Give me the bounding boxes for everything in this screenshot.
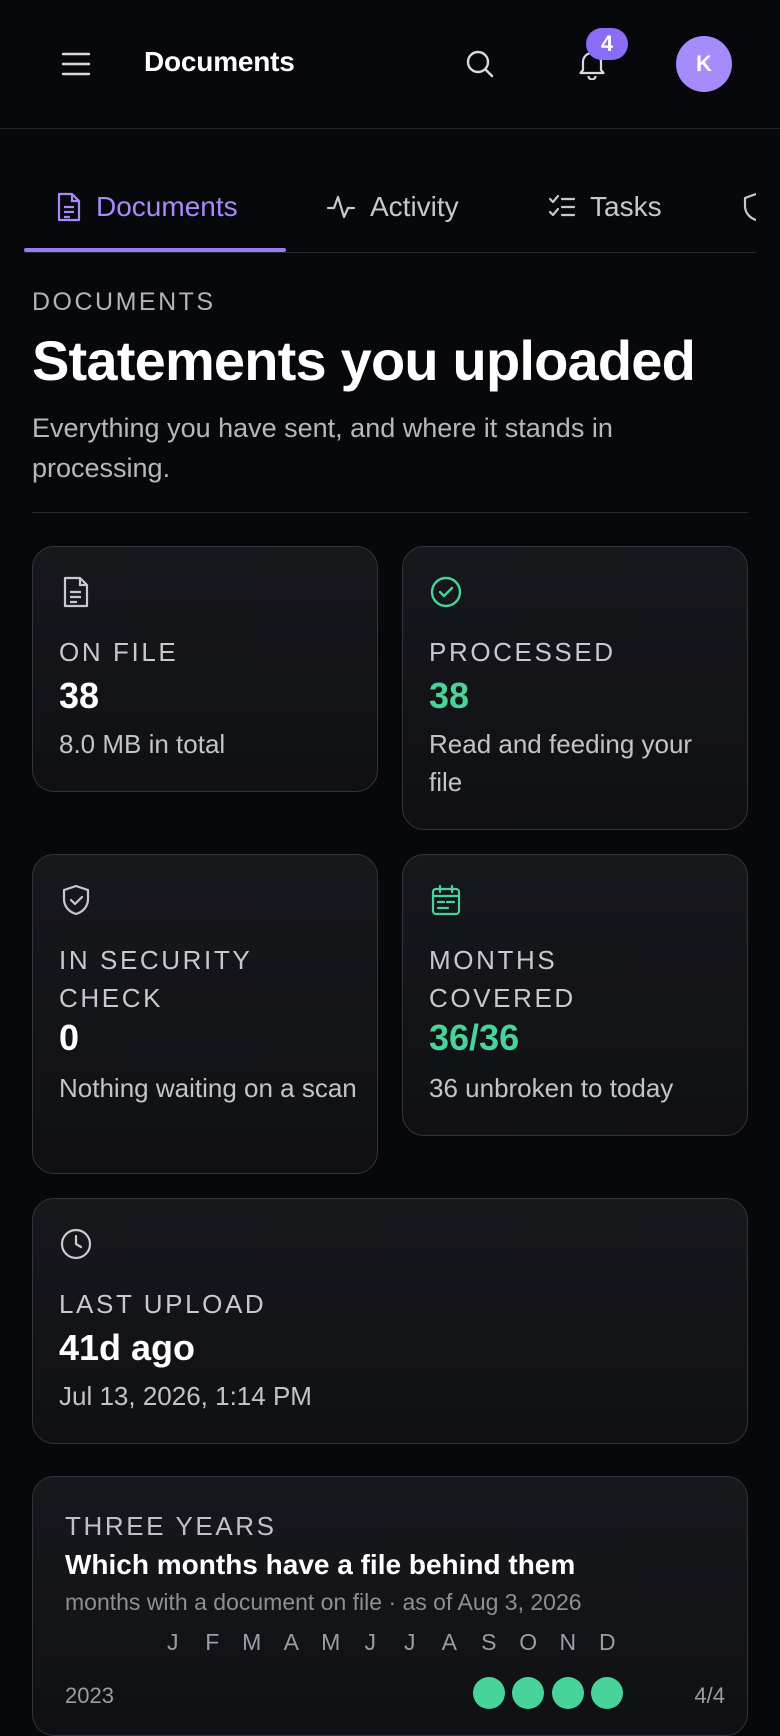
hamburger-icon <box>61 52 91 76</box>
menu-button[interactable] <box>56 44 96 84</box>
stat-value: 38 <box>429 675 470 716</box>
month-dot-empty <box>236 1677 268 1709</box>
coverage-title: Which months have a file behind them <box>65 1549 576 1580</box>
month-label: A <box>441 1629 457 1655</box>
year-row: 2023 4/4 <box>65 1677 725 1717</box>
tab-activity[interactable]: Activity <box>326 160 459 252</box>
stat-note: Jul 13, 2026, 1:14 PM <box>59 1381 312 1411</box>
year-label: 2023 <box>65 1683 114 1708</box>
check-circle-icon <box>430 576 462 608</box>
stat-value: 41d ago <box>59 1327 196 1368</box>
coverage-eyebrow: THREE YEARS <box>65 1511 277 1541</box>
month-dots <box>153 1677 627 1709</box>
search-button[interactable] <box>460 44 500 84</box>
month-dot-empty <box>394 1677 426 1709</box>
month-label: D <box>598 1629 616 1655</box>
stat-label: ON FILE <box>59 637 179 667</box>
coverage-card: THREE YEARS Which months have a file beh… <box>32 1476 748 1736</box>
month-label: N <box>559 1629 577 1655</box>
calendar-icon <box>431 884 461 916</box>
month-dot-empty <box>275 1677 307 1709</box>
document-icon <box>63 576 89 608</box>
page-subtitle: Everything you have sent, and where it s… <box>32 413 613 483</box>
tab-label: Tasks <box>590 190 662 222</box>
stat-value: 38 <box>59 675 100 716</box>
month-dot-covered <box>591 1677 624 1709</box>
notification-count-badge: 4 <box>586 28 628 60</box>
month-label: J <box>167 1629 179 1655</box>
stat-card-last-upload: LAST UPLOAD 41d ago Jul 13, 2026, 1:14 P… <box>32 1198 748 1444</box>
stat-card-security-check: IN SECURITY CHECK 0 Nothing waiting on a… <box>32 854 378 1174</box>
app-title: Documents <box>144 46 295 77</box>
checklist-icon <box>548 194 576 216</box>
month-dot-covered <box>472 1677 505 1709</box>
month-dot-empty <box>196 1677 228 1709</box>
stat-label: IN SECURITY CHECK <box>59 945 252 1013</box>
month-dot-covered <box>512 1677 545 1709</box>
clock-icon <box>60 1228 92 1260</box>
month-dot-covered <box>551 1677 584 1709</box>
stat-label: PROCESSED <box>429 637 616 667</box>
stat-label: LAST UPLOAD <box>59 1289 267 1319</box>
month-label: J <box>364 1629 377 1655</box>
month-dot-empty <box>157 1677 189 1709</box>
month-label: F <box>205 1629 220 1655</box>
month-label: J <box>404 1629 416 1655</box>
month-label: A <box>283 1629 299 1655</box>
stat-value: 36/36 <box>429 1017 520 1058</box>
stat-note: 36 unbroken to today <box>429 1073 674 1103</box>
year-count: 4/4 <box>694 1683 725 1708</box>
shield-icon <box>743 192 756 221</box>
stat-card-processed: PROCESSED 38 Read and feeding your file <box>402 546 748 830</box>
shield-check-icon <box>62 884 90 916</box>
stat-card-months-covered: MONTHS COVERED 36/36 36 unbroken to toda… <box>402 854 748 1136</box>
month-label: M <box>321 1629 341 1655</box>
tab-label: Documents <box>96 190 238 222</box>
month-label: M <box>242 1629 262 1655</box>
tab-label: Activity <box>370 190 459 222</box>
month-dot-empty <box>354 1677 386 1709</box>
stat-note: Nothing waiting on a scan <box>59 1073 357 1103</box>
month-header-row: JFMAMJJASOND <box>153 1629 627 1656</box>
avatar[interactable]: K <box>676 36 732 92</box>
stat-note: 8.0 MB in total <box>59 729 226 759</box>
tab-security[interactable] <box>742 160 756 252</box>
tab-tasks[interactable]: Tasks <box>548 160 662 252</box>
tab-bar: Documents Activity Tasks <box>24 160 756 253</box>
stat-card-on-file: ON FILE 38 8.0 MB in total <box>32 546 378 792</box>
stat-label: MONTHS COVERED <box>429 945 576 1013</box>
page-title: Statements you uploaded <box>32 329 696 392</box>
month-dot-empty <box>315 1677 347 1709</box>
active-tab-indicator <box>24 248 286 252</box>
page-eyebrow: DOCUMENTS <box>32 288 216 316</box>
stat-note: Read and feeding your file <box>429 729 693 797</box>
divider <box>32 512 748 513</box>
search-icon <box>466 50 494 78</box>
stat-value: 0 <box>59 1017 80 1058</box>
month-dot-empty <box>433 1677 465 1709</box>
month-label: O <box>519 1629 538 1655</box>
activity-pulse-icon <box>326 195 356 218</box>
document-icon <box>57 192 81 221</box>
top-app-bar: Documents 4 K <box>0 0 780 129</box>
tab-documents[interactable]: Documents <box>56 160 238 252</box>
month-label: S <box>481 1629 497 1655</box>
coverage-subtitle: months with a document on file · as of A… <box>65 1589 582 1615</box>
